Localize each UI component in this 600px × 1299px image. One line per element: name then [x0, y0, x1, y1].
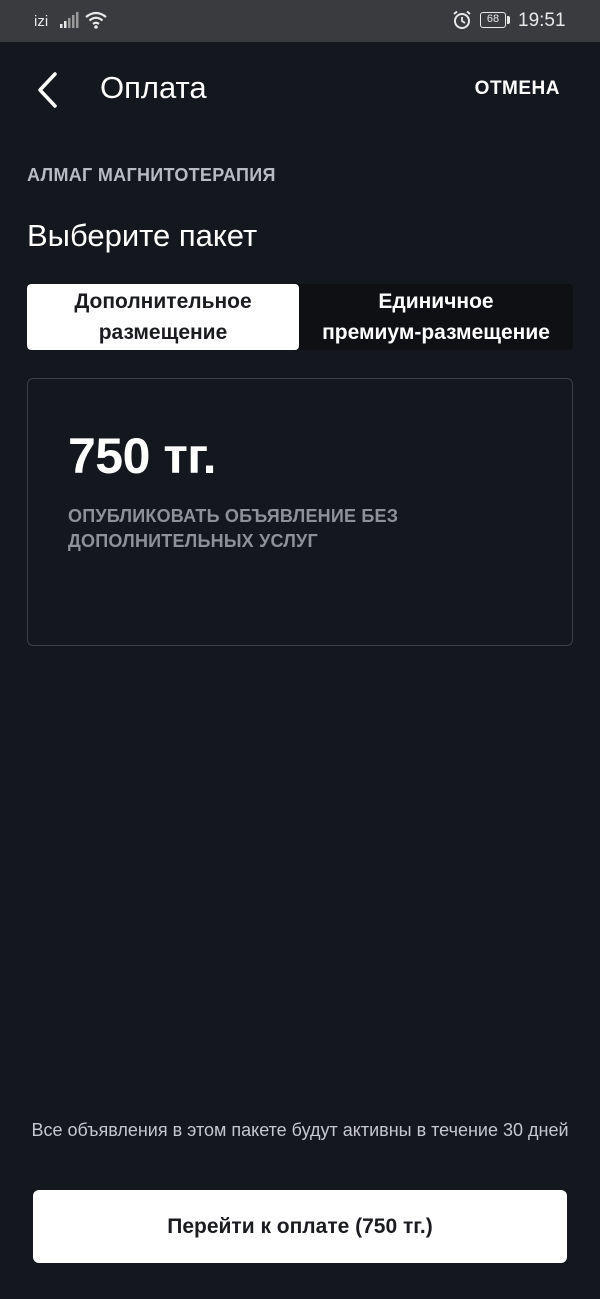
package-description: ОПУБЛИКОВАТЬ ОБЪЯВЛЕНИЕ БЕЗ ДОПОЛНИТЕЛЬН…: [68, 506, 399, 551]
product-name: АЛМАГ МАГНИТОТЕРАПИЯ: [27, 165, 276, 185]
signal-icon: [60, 12, 80, 33]
status-bar: izi 68 19:51: [0, 0, 600, 42]
pay-button[interactable]: Перейти к оплате (750 тг.): [33, 1190, 567, 1263]
clock: 19:51: [518, 10, 566, 31]
package-price: 750 тг.: [68, 428, 217, 484]
tab-label-line2: размещение: [98, 321, 228, 344]
package-duration-note: Все объявления в этом пакете будут актив…: [31, 1120, 569, 1140]
carrier-label: izi: [34, 13, 49, 30]
tab-label: Дополнительное размещение: [74, 286, 251, 348]
tab-additional-placement[interactable]: Дополнительное размещение: [27, 284, 299, 350]
wifi-icon: [84, 10, 108, 35]
alarm-icon: [452, 10, 472, 35]
tab-label-line1: Единичное: [378, 290, 494, 313]
section-title: Выберите пакет: [27, 218, 258, 253]
back-button[interactable]: [28, 68, 68, 112]
back-arrow-icon: [38, 72, 57, 108]
tab-premium-placement[interactable]: Единичное премиум-размещение: [299, 284, 573, 350]
tab-label: Единичное премиум-размещение: [322, 286, 550, 348]
battery-icon: 68: [480, 12, 506, 28]
tab-label-line1: Дополнительное: [74, 290, 252, 313]
package-card[interactable]: 750 тг. ОПУБЛИКОВАТЬ ОБЪЯВЛЕНИЕ БЕЗ ДОПО…: [27, 378, 573, 646]
cancel-button[interactable]: ОТМЕНА: [475, 78, 560, 100]
page-title: Оплата: [100, 70, 207, 105]
package-tabs: Дополнительное размещение Единичное прем…: [27, 284, 573, 350]
battery-tip: [507, 16, 510, 24]
tab-label-line2: премиум-размещение: [322, 321, 550, 344]
